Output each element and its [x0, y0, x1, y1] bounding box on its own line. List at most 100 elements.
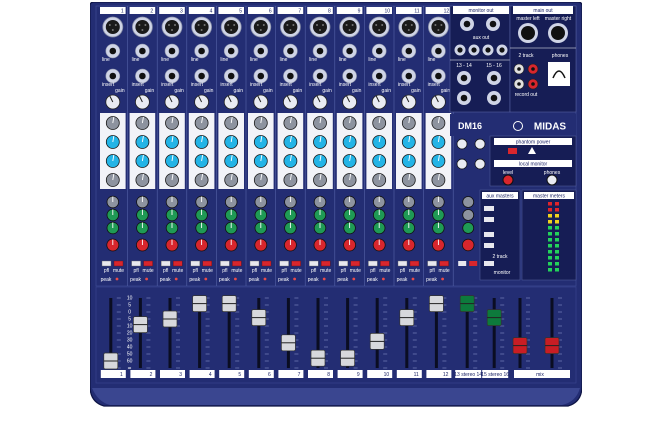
- fader-scale-label: 5: [128, 303, 131, 309]
- meter-led: [555, 214, 559, 218]
- insert-hole: [227, 72, 235, 80]
- xlr-input-hole: [135, 20, 150, 34]
- pfl-button[interactable]: [368, 260, 378, 267]
- fader-scale-label: 10: [127, 324, 133, 330]
- pfl-button[interactable]: [249, 260, 260, 267]
- insert-hole: [405, 72, 413, 80]
- aux-master-switch[interactable]: [484, 206, 494, 211]
- stereo-pfl-button[interactable]: [458, 261, 467, 266]
- pfl-button[interactable]: [190, 260, 201, 267]
- pfl-button[interactable]: [131, 260, 141, 267]
- stereo-aux-knob[interactable]: [462, 209, 475, 221]
- monitor-level-knob[interactable]: [502, 174, 514, 186]
- pfl-button[interactable]: [427, 260, 437, 267]
- fader-scale-label: 30: [127, 338, 133, 344]
- insert-hole: [316, 72, 324, 80]
- pfl-label: pfl: [400, 268, 405, 274]
- mixer-svg: 1lineinsertgainpfl mutepeak2lineinsertgai…: [90, 2, 582, 407]
- peak-led: [204, 277, 208, 281]
- peak-led: [382, 277, 385, 281]
- eq-knob[interactable]: [253, 135, 268, 149]
- mute-button[interactable]: [232, 260, 242, 267]
- mixer-console: 1 line insert gain pfl mute peak 2 line insert gai…: [90, 2, 582, 410]
- monitor-out-hole: [463, 20, 471, 28]
- peak-label: peak: [397, 277, 408, 283]
- mute-button[interactable]: [202, 260, 213, 267]
- mute-button[interactable]: [143, 260, 153, 267]
- local-monitor-label: local monitor: [519, 162, 548, 168]
- two-track-switch[interactable]: [484, 261, 494, 266]
- stereo-input-hole: [460, 74, 468, 82]
- line-input-hole: [198, 47, 205, 55]
- pfl-button[interactable]: [308, 260, 319, 267]
- stereo-input-hole: [490, 94, 498, 102]
- mute-button[interactable]: [320, 260, 331, 267]
- pfl-button[interactable]: [279, 260, 289, 267]
- peak-led: [174, 277, 178, 281]
- eq-knob[interactable]: [135, 173, 150, 187]
- gain-knob[interactable]: [105, 94, 121, 110]
- line-input-hole: [405, 47, 413, 55]
- fader-number-label: 10: [384, 372, 390, 378]
- phantom-power-switch[interactable]: [508, 148, 517, 154]
- eq-knob[interactable]: [135, 116, 150, 130]
- rca-hole: [531, 82, 535, 86]
- insert-label: insert: [132, 82, 145, 88]
- channel-number: 6: [269, 9, 272, 15]
- eq-knob[interactable]: [253, 173, 268, 187]
- aux-master-switch[interactable]: [484, 232, 494, 237]
- mix-fader-label: mix: [536, 372, 544, 378]
- mute-button[interactable]: [439, 260, 449, 267]
- eq-knob[interactable]: [135, 135, 150, 149]
- mute-button[interactable]: [350, 260, 360, 267]
- stereo-balance-knob[interactable]: [462, 238, 475, 252]
- eq-knob[interactable]: [135, 154, 150, 168]
- pfl-button[interactable]: [220, 260, 230, 267]
- aux-master-switch[interactable]: [484, 217, 494, 222]
- pfl-label: pfl: [370, 268, 375, 274]
- main-out-xlr-hole: [551, 26, 565, 40]
- return-knob[interactable]: [456, 158, 468, 170]
- mute-button[interactable]: [172, 260, 183, 267]
- pfl-button[interactable]: [160, 260, 171, 267]
- insert-label: insert: [102, 82, 115, 88]
- mute-button[interactable]: [261, 260, 272, 267]
- peak-led: [234, 277, 237, 281]
- insert-label: insert: [191, 82, 204, 88]
- xlr-pin: [316, 24, 318, 26]
- xlr-pin: [351, 24, 354, 26]
- xlr-pin: [407, 29, 410, 31]
- pfl-button[interactable]: [338, 260, 349, 267]
- stereo-aux-knob[interactable]: [462, 196, 475, 208]
- return-knob[interactable]: [456, 138, 468, 150]
- eq-knob[interactable]: [253, 116, 268, 130]
- peak-label: peak: [308, 277, 319, 283]
- mute-button[interactable]: [409, 260, 420, 267]
- gain-knob[interactable]: [194, 94, 209, 110]
- stereo-fader-label: 15 stereo 16: [481, 372, 509, 378]
- stereo-input-hole: [460, 94, 468, 102]
- phones-level-knob[interactable]: [546, 174, 558, 186]
- return-knob[interactable]: [474, 158, 486, 170]
- stereo-mute-button[interactable]: [469, 261, 478, 266]
- fader-number-label: 6: [268, 372, 271, 378]
- stereo-aux-knob[interactable]: [462, 222, 475, 234]
- mute-button[interactable]: [113, 260, 124, 267]
- aux-out-hole: [499, 47, 505, 53]
- meter-led: [548, 202, 552, 206]
- meter-led: [548, 250, 552, 254]
- master-meters-label: master meters: [533, 194, 565, 200]
- eq-knob[interactable]: [253, 154, 268, 168]
- mute-button[interactable]: [380, 260, 390, 267]
- xlr-input-hole: [283, 20, 298, 34]
- xlr-pin: [378, 29, 381, 31]
- insert-label: insert: [280, 82, 293, 88]
- mute-button[interactable]: [291, 260, 301, 267]
- fader-scale-label: 60: [127, 359, 133, 365]
- xlr-input-hole: [224, 20, 239, 34]
- pfl-button[interactable]: [101, 260, 112, 267]
- return-knob[interactable]: [474, 138, 486, 150]
- fader-track: [405, 298, 409, 368]
- pfl-button[interactable]: [397, 260, 408, 267]
- aux-master-switch[interactable]: [484, 243, 494, 248]
